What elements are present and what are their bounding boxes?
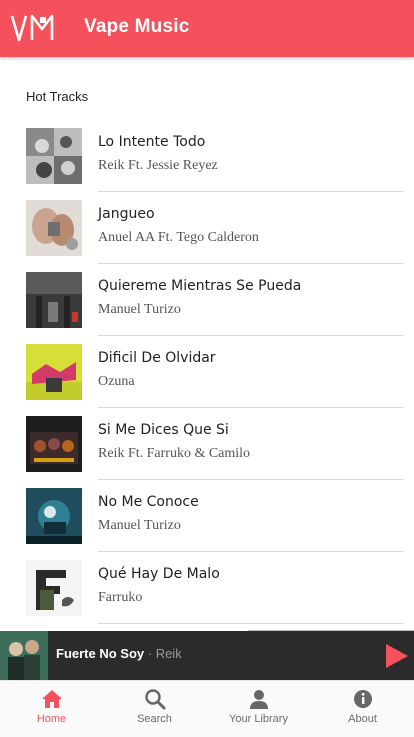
album-art bbox=[26, 344, 82, 400]
nav-home[interactable]: Home bbox=[0, 681, 103, 737]
track-title: Qué Hay De Malo bbox=[98, 566, 220, 582]
nav-library[interactable]: Your Library bbox=[207, 681, 310, 737]
track-info: Lo Intente Todo Reik Ft. Jessie Reyez bbox=[98, 120, 404, 192]
track-list: Lo Intente Todo Reik Ft. Jessie Reyez Ja… bbox=[0, 120, 414, 630]
track-item[interactable]: No Me Conoce Manuel Turizo bbox=[0, 480, 414, 552]
app-title: Vape Music bbox=[84, 16, 190, 37]
track-item[interactable]: Lo Intente Todo Reik Ft. Jessie Reyez bbox=[0, 120, 414, 192]
track-title: No Me Conoce bbox=[98, 494, 199, 510]
search-icon bbox=[144, 689, 165, 710]
now-playing-song: Fuerte No Soy bbox=[56, 646, 145, 661]
track-item[interactable]: Quiereme Mientras Se Pueda Manuel Turizo bbox=[0, 264, 414, 336]
track-info: Si Me Dices Que Si Reik Ft. Farruko & Ca… bbox=[98, 408, 404, 480]
track-title: Lo Intente Todo bbox=[98, 134, 206, 150]
home-icon bbox=[41, 690, 62, 708]
track-title: Quiereme Mientras Se Pueda bbox=[98, 278, 302, 294]
app-header: Vape Music bbox=[0, 0, 414, 57]
track-artist: Farruko bbox=[98, 590, 143, 605]
track-title: Si Me Dices Que Si bbox=[98, 422, 229, 438]
user-icon bbox=[249, 690, 268, 709]
track-item[interactable]: Dificil De Olvidar Ozuna bbox=[0, 336, 414, 408]
nav-search[interactable]: Search bbox=[103, 681, 206, 737]
track-title: Jangueo bbox=[98, 206, 155, 222]
album-art bbox=[26, 128, 82, 184]
now-playing-artist: Reik bbox=[155, 646, 182, 661]
info-icon bbox=[353, 690, 372, 708]
track-artist: Reik Ft. Farruko & Camilo bbox=[98, 446, 251, 461]
now-playing-album-art bbox=[0, 631, 48, 680]
nav-about-label: About bbox=[348, 713, 377, 725]
track-info: Jangueo Anuel AA Ft. Tego Calderon bbox=[98, 192, 404, 264]
now-playing-text: Fuerte No Soy · Reik bbox=[56, 646, 182, 661]
album-art bbox=[26, 416, 82, 472]
album-art bbox=[26, 272, 82, 328]
track-info: Qué Hay De Malo Farruko bbox=[98, 552, 404, 624]
now-playing-bar[interactable]: Fuerte No Soy · Reik bbox=[0, 631, 414, 680]
now-playing-separator: · bbox=[144, 646, 156, 661]
album-art bbox=[26, 200, 82, 256]
logo bbox=[10, 14, 54, 42]
nav-about[interactable]: About bbox=[311, 681, 414, 737]
nav-search-label: Search bbox=[137, 713, 172, 725]
track-info: Dificil De Olvidar Ozuna bbox=[98, 336, 404, 408]
track-info: Quiereme Mientras Se Pueda Manuel Turizo bbox=[98, 264, 404, 336]
track-item[interactable]: Jangueo Anuel AA Ft. Tego Calderon bbox=[0, 192, 414, 264]
nav-home-label: Home bbox=[36, 713, 67, 725]
album-art bbox=[26, 488, 82, 544]
track-item[interactable]: Qué Hay De Malo Farruko bbox=[0, 552, 414, 624]
album-art bbox=[26, 560, 82, 616]
track-artist: Manuel Turizo bbox=[98, 302, 181, 317]
track-artist: Ozuna bbox=[98, 374, 135, 389]
track-artist: Reik Ft. Jessie Reyez bbox=[98, 158, 218, 173]
track-info: No Me Conoce Manuel Turizo bbox=[98, 480, 404, 552]
bottom-nav: Home Search Your Library About bbox=[0, 680, 414, 737]
play-icon[interactable] bbox=[384, 642, 410, 670]
nav-library-label: Your Library bbox=[229, 713, 288, 725]
track-artist: Manuel Turizo bbox=[98, 518, 181, 533]
track-title: Dificil De Olvidar bbox=[98, 350, 216, 366]
section-title: Hot Tracks bbox=[26, 89, 89, 104]
track-artist: Anuel AA Ft. Tego Calderon bbox=[98, 230, 259, 245]
track-item[interactable]: Si Me Dices Que Si Reik Ft. Farruko & Ca… bbox=[0, 408, 414, 480]
